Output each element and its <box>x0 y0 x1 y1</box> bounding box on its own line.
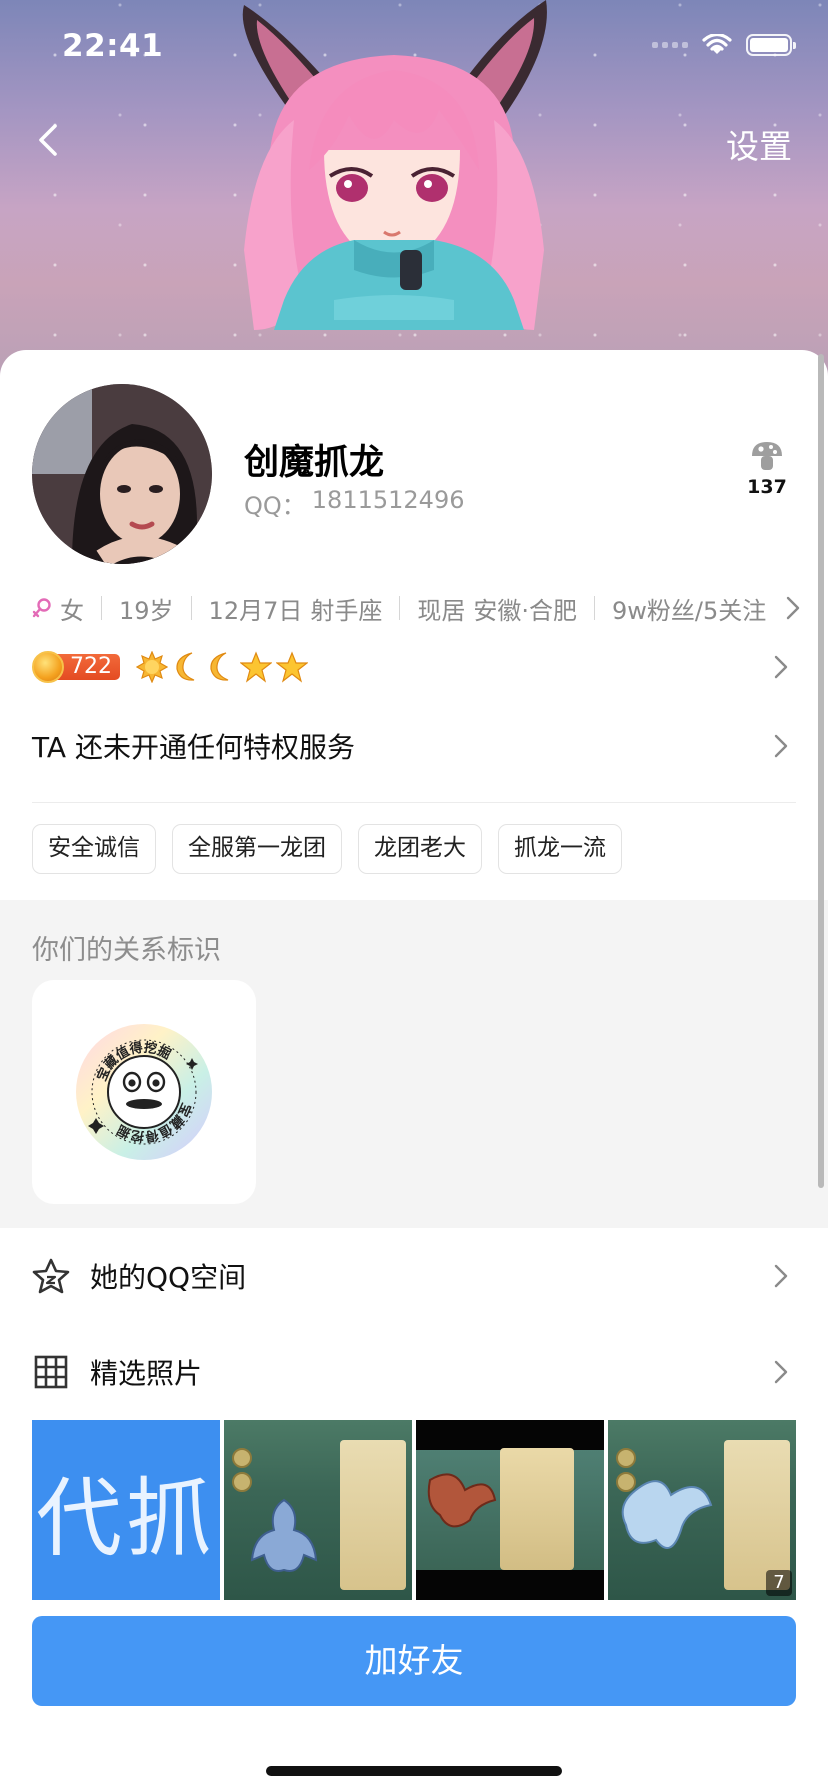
level-icons <box>136 651 308 683</box>
qq-number-line: QQ： 1811512496 <box>244 486 464 521</box>
scrollbar[interactable] <box>818 354 824 1188</box>
moon-icon <box>176 652 195 681</box>
photo-thumbnail[interactable]: 代抓 <box>32 1420 220 1600</box>
gender: 女 <box>60 596 84 625</box>
location: 安徽·合肥 <box>473 596 577 625</box>
avatar[interactable] <box>32 384 212 564</box>
dragon-image <box>250 1498 318 1572</box>
zodiac: 射手座 <box>310 596 383 625</box>
photo-count-badge: 7 <box>766 1570 792 1596</box>
qq-number: 1811512496 <box>311 486 465 514</box>
star-outline-icon <box>32 1258 70 1294</box>
likes-button[interactable]: 137 <box>740 440 794 498</box>
wifi-icon <box>702 34 732 54</box>
avatar-photo <box>32 384 212 564</box>
female-icon <box>32 598 51 618</box>
treasure-badge-icon: 宝藏值得挖掘 宝藏值得挖掘 <box>76 1024 212 1160</box>
add-friend-button[interactable]: 加好友 <box>32 1616 796 1706</box>
star-icon <box>240 651 272 683</box>
qzone-label: 她的QQ空间 <box>90 1261 247 1294</box>
moon-icon <box>210 652 229 681</box>
age: 19岁 <box>119 596 174 625</box>
chevron-right-icon <box>774 655 788 679</box>
likes-count: 137 <box>747 476 787 498</box>
battery-icon <box>746 34 796 56</box>
divider <box>101 596 102 620</box>
relationship-badge-card[interactable]: 宝藏值得挖掘 宝藏值得挖掘 <box>32 980 256 1204</box>
followers: 9w粉丝/5关注 <box>612 596 767 625</box>
chevron-right-icon[interactable] <box>774 734 788 758</box>
divider <box>594 596 595 620</box>
personal-info-row[interactable]: 女 19岁 12月7日 射手座 现居 安徽·合肥 9w粉丝/5关注 <box>32 590 800 626</box>
home-indicator[interactable] <box>266 1766 562 1776</box>
grid-icon <box>34 1355 68 1389</box>
divider <box>32 802 796 803</box>
vip-coin-badge: 722 <box>32 651 120 683</box>
divider <box>190 596 192 620</box>
cellular-signal-icon <box>652 42 688 48</box>
chevron-left-icon <box>39 124 57 156</box>
chevron-right-icon <box>786 596 800 620</box>
profile-cover: 22:41 设置 <box>0 0 828 380</box>
tag[interactable]: 抓龙一流 <box>498 824 622 874</box>
photo-text: 代抓 <box>36 1468 216 1569</box>
qzone-row[interactable]: 她的QQ空间 <box>32 1246 796 1306</box>
dragon-image <box>621 1480 713 1549</box>
tag[interactable]: 全服第一龙团 <box>172 824 342 874</box>
location-prefix: 现居 <box>417 596 466 625</box>
relationship-title: 你们的关系标识 <box>32 935 221 966</box>
featured-photos-strip: 代抓 7 <box>32 1420 796 1600</box>
photo-thumbnail[interactable] <box>224 1420 412 1600</box>
chevron-right-icon <box>774 1264 788 1288</box>
star-icon <box>276 651 308 683</box>
photo-thumbnail[interactable]: 7 <box>608 1420 796 1600</box>
profile-tags: 安全诚信 全服第一龙团 龙团老大 抓龙一流 <box>32 824 622 874</box>
chevron-right-icon <box>774 1360 788 1384</box>
relationship-section: 你们的关系标识 宝藏值得挖掘 宝藏值得挖掘 <box>0 900 828 1228</box>
settings-button[interactable]: 设置 <box>726 120 792 168</box>
divider <box>399 596 401 620</box>
photo-thumbnail[interactable] <box>416 1420 604 1600</box>
dragon-image <box>427 1473 497 1528</box>
qq-label: QQ： <box>244 492 306 520</box>
sun-icon <box>136 651 168 683</box>
featured-photos-row[interactable]: 精选照片 <box>32 1342 796 1402</box>
status-time: 22:41 <box>62 28 164 64</box>
tag[interactable]: 安全诚信 <box>32 824 156 874</box>
featured-photos-label: 精选照片 <box>90 1357 203 1390</box>
mushroom-like-icon <box>752 442 782 470</box>
avatar-character-illustration <box>242 0 547 330</box>
status-icons <box>652 34 796 56</box>
qq-level-row[interactable]: 722 <box>32 648 796 686</box>
tag[interactable]: 龙团老大 <box>358 824 482 874</box>
nickname: 创魔抓龙 <box>244 443 385 483</box>
birthday: 12月7日 <box>208 596 303 625</box>
coin-icon <box>32 651 64 683</box>
privilege-status[interactable]: TA 还未开通任何特权服务 <box>32 726 355 766</box>
back-button[interactable] <box>28 118 68 162</box>
